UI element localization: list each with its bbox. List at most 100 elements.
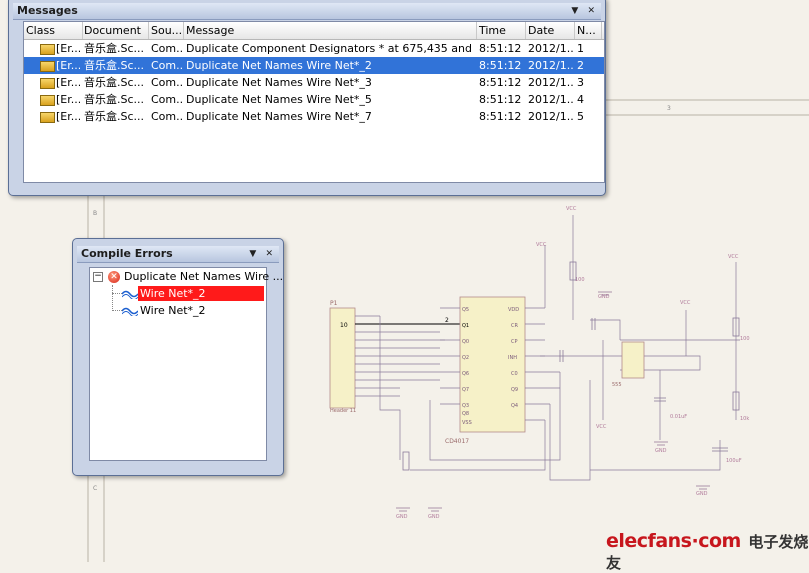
message-cell-class: [Er... <box>56 93 80 106</box>
dropdown-arrow-icon[interactable]: ▼ <box>571 6 578 16</box>
wire-icon <box>122 307 138 316</box>
pin-q9: Q9 <box>511 387 518 393</box>
tree-child-label-selected: Wire Net*_2 <box>138 286 264 301</box>
r2-value-label: 10k <box>740 416 749 422</box>
compile-errors-panel: Compile Errors ▼ ✕ − ✕ Duplicate Net Nam… <box>72 238 284 476</box>
compile-titlebar[interactable]: Compile Errors ▼ ✕ <box>77 246 279 263</box>
message-row[interactable]: [Er... 音乐盒.Sc... Com...Duplicate Net Names… <box>24 91 604 108</box>
tree-child-net-2[interactable]: Wire Net*_2 <box>140 303 206 318</box>
pin-q6: Q6 <box>462 371 469 377</box>
pin-q8: Q8 <box>462 411 469 417</box>
folder-icon <box>40 44 55 55</box>
message-cell-message: Duplicate Net Names Wire Net*_2 <box>186 59 372 72</box>
message-cell-document: 音乐盒.Sc... <box>84 59 145 72</box>
folder-icon <box>40 95 55 106</box>
pin-c0: C0 <box>511 371 518 377</box>
message-cell-message: Duplicate Net Names Wire Net*_5 <box>186 93 372 106</box>
col-source[interactable]: Sou... <box>149 22 184 39</box>
message-cell-class: [Er... <box>56 59 80 72</box>
message-cell-time: 8:51:12 <box>479 110 522 123</box>
messages-panel: Messages ▼ ✕ Class Document Sou... Messa… <box>8 0 606 196</box>
col-date[interactable]: Date <box>526 22 575 39</box>
tree-root-error[interactable]: Duplicate Net Names Wire ... <box>124 269 283 284</box>
col-message[interactable]: Message <box>184 22 477 39</box>
message-cell-source: Com... <box>151 93 183 106</box>
pin-q3: Q3 <box>462 403 469 409</box>
col-document[interactable]: Document <box>82 22 149 39</box>
message-cell-no: 3 <box>577 76 584 89</box>
wire-icon <box>122 290 138 299</box>
pin-q7: Q7 <box>462 387 469 393</box>
tree-child-net[interactable]: Wire Net*_2 <box>138 286 264 301</box>
pin-icon[interactable]: ✕ <box>265 249 273 259</box>
message-row[interactable]: [Er... 音乐盒.Sc... Com...Duplicate Component… <box>24 40 604 57</box>
header-label: P1 <box>330 300 338 307</box>
ic-label: CD4017 <box>445 438 469 445</box>
error-tree: − ✕ Duplicate Net Names Wire ... Wire Ne… <box>89 267 283 461</box>
message-cell-no: 4 <box>577 93 584 106</box>
elecfans-logo: elecfans·com 电子发烧友 <box>606 530 809 572</box>
col-time[interactable]: Time <box>477 22 526 39</box>
message-cell-class: [Er... <box>56 110 80 123</box>
gnd-label-5: GND <box>696 491 708 497</box>
pin-cp: CP <box>511 339 518 345</box>
message-cell-source: Com... <box>151 76 183 89</box>
message-cell-document: 音乐盒.Sc... <box>84 76 145 89</box>
message-row[interactable]: [Er... 音乐盒.Sc... Com...Duplicate Net Names… <box>24 108 604 125</box>
pin-icon[interactable]: ✕ <box>587 6 595 16</box>
message-cell-document: 音乐盒.Sc... <box>84 42 145 55</box>
message-row[interactable]: [Er... 音乐盒.Sc... Com...Duplicate Net Names… <box>24 74 604 91</box>
r-value-label: 100 <box>575 277 585 283</box>
cap2-label: 100uF <box>726 458 742 464</box>
message-cell-document: 音乐盒.Sc... <box>84 93 145 106</box>
message-cell-document: 音乐盒.Sc... <box>84 110 145 123</box>
message-cell-date: 2012/1... <box>528 42 574 55</box>
net-number-a: 10 <box>340 322 348 329</box>
message-cell-message: Duplicate Net Names Wire Net*_3 <box>186 76 372 89</box>
dropdown-arrow-icon[interactable]: ▼ <box>249 249 256 259</box>
message-cell-source: Com... <box>151 110 183 123</box>
pin-cr: CR <box>511 323 518 329</box>
messages-titlebar[interactable]: Messages ▼ ✕ <box>13 3 601 20</box>
pin-vss: VSS <box>462 420 472 426</box>
folder-icon <box>40 61 55 72</box>
gnd-label-2: GND <box>655 448 667 454</box>
pin-q5: Q5 <box>462 307 469 313</box>
message-cell-message: Duplicate Component Designators * at 675… <box>186 42 476 55</box>
compile-title: Compile Errors <box>81 247 173 260</box>
messages-header-row: Class Document Sou... Message Time Date … <box>24 22 604 40</box>
message-cell-no: 2 <box>577 59 584 72</box>
folder-icon <box>40 112 55 123</box>
ic2-label: 555 <box>612 382 622 388</box>
error-icon: ✕ <box>108 271 120 283</box>
collapse-toggle-icon[interactable]: − <box>93 272 103 282</box>
pin-q0: Q0 <box>462 339 469 345</box>
messages-title: Messages <box>17 4 78 17</box>
header-sub-label: Header 11 <box>330 408 356 414</box>
message-cell-class: [Er... <box>56 76 80 89</box>
col-number[interactable]: N... <box>575 22 602 39</box>
svg-text:C: C <box>93 485 97 492</box>
vcc-label-5: VCC <box>596 424 607 430</box>
message-cell-date: 2012/1... <box>528 93 574 106</box>
message-cell-time: 8:51:12 <box>479 59 522 72</box>
message-cell-time: 8:51:12 <box>479 42 522 55</box>
pin-vdd: VDD <box>508 307 519 313</box>
message-row[interactable]: [Er... 音乐盒.Sc... Com...Duplicate Net Names… <box>24 57 604 74</box>
message-cell-no: 5 <box>577 110 584 123</box>
folder-icon <box>40 78 55 89</box>
col-class[interactable]: Class <box>24 22 83 39</box>
pin-q2: Q2 <box>462 355 469 361</box>
vcc-label-2: VCC <box>536 242 547 248</box>
vcc-label-4: VCC <box>728 254 739 260</box>
gnd-label-4: GND <box>428 514 440 520</box>
message-cell-source: Com... <box>151 42 183 55</box>
pin-inh: INH <box>508 355 517 361</box>
message-cell-time: 8:51:12 <box>479 76 522 89</box>
message-cell-source: Com... <box>151 59 183 72</box>
brand-text: elecfans·com <box>606 530 741 552</box>
svg-text:B: B <box>93 210 97 217</box>
message-cell-message: Duplicate Net Names Wire Net*_7 <box>186 110 372 123</box>
svg-text:3: 3 <box>667 105 671 112</box>
message-cell-date: 2012/1... <box>528 76 574 89</box>
